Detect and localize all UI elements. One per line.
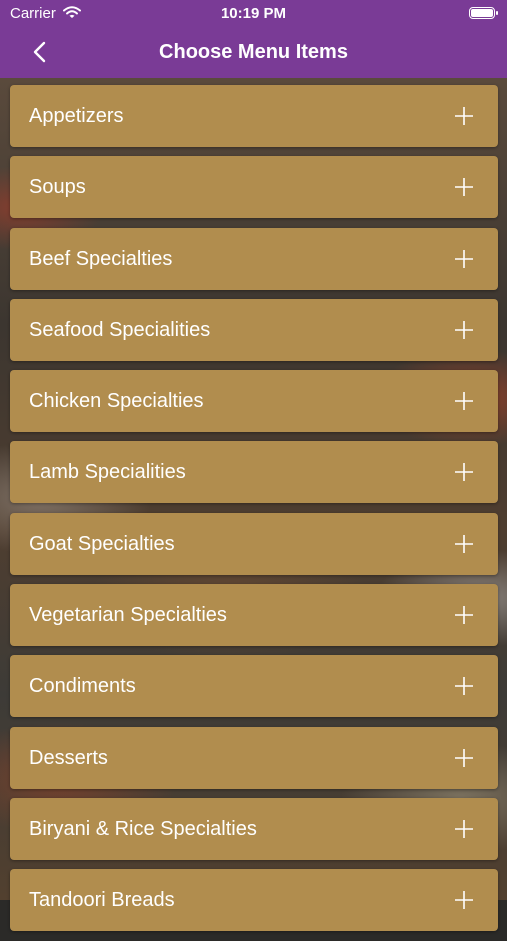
menu-category-label: Appetizers [29, 105, 124, 127]
plus-icon [455, 606, 473, 625]
menu-category-soups[interactable]: Soups [10, 156, 498, 219]
menu-category-label: Seafood Specialities [29, 318, 211, 341]
plus-icon [455, 677, 473, 696]
plus-icon [455, 249, 473, 268]
status-bar: Carrier 10:19 PM [0, 0, 507, 28]
menu-category-label: Soups [29, 176, 86, 199]
plus-icon [455, 320, 473, 339]
menu-category-biryani-rice[interactable]: Biryani & Rice Specialties [10, 797, 498, 860]
plus-icon [455, 107, 473, 125]
menu-category-goat-specialties[interactable]: Goat Specialties [10, 512, 498, 575]
menu-category-tandoori-breads[interactable]: Tandoori Breads [10, 869, 498, 932]
menu-category-appetizers[interactable]: Appetizers [10, 85, 498, 147]
menu-category-label: Lamb Specialities [29, 461, 186, 484]
menu-category-list: Appetizers Soups Beef Specialties Seafoo… [10, 85, 498, 941]
menu-category-label: Chicken Specialties [29, 390, 204, 413]
menu-category-vegetarian-specialties[interactable]: Vegetarian Specialties [10, 584, 498, 647]
plus-icon [455, 392, 473, 411]
plus-icon [455, 891, 473, 910]
menu-category-seafood-specialities[interactable]: Seafood Specialities [10, 298, 498, 361]
plus-icon [455, 534, 473, 553]
plus-icon [455, 463, 473, 482]
menu-category-condiments[interactable]: Condiments [10, 655, 498, 718]
page-title: Choose Menu Items [159, 41, 348, 63]
battery-icon [469, 7, 498, 19]
menu-category-label: Desserts [29, 746, 108, 769]
menu-category-beef-specialties[interactable]: Beef Specialties [10, 227, 498, 290]
menu-category-desserts[interactable]: Desserts [10, 726, 498, 789]
menu-category-label: Goat Specialties [29, 532, 175, 555]
plus-icon [455, 178, 473, 197]
plus-icon [455, 819, 473, 838]
menu-category-chicken-specialties[interactable]: Chicken Specialties [10, 370, 498, 433]
menu-category-label: Beef Specialties [29, 247, 173, 270]
plus-icon [455, 748, 473, 767]
menu-category-label: Tandoori Breads [29, 889, 175, 912]
navigation-bar: Choose Menu Items [0, 28, 507, 78]
status-time: 10:19 PM [220, 5, 287, 22]
menu-category-label: Biryani & Rice Specialties [29, 817, 257, 840]
menu-category-label: Condiments [29, 675, 136, 698]
menu-category-lamb-specialities[interactable]: Lamb Specialities [10, 441, 498, 504]
menu-category-label: Vegetarian Specialties [29, 604, 227, 627]
